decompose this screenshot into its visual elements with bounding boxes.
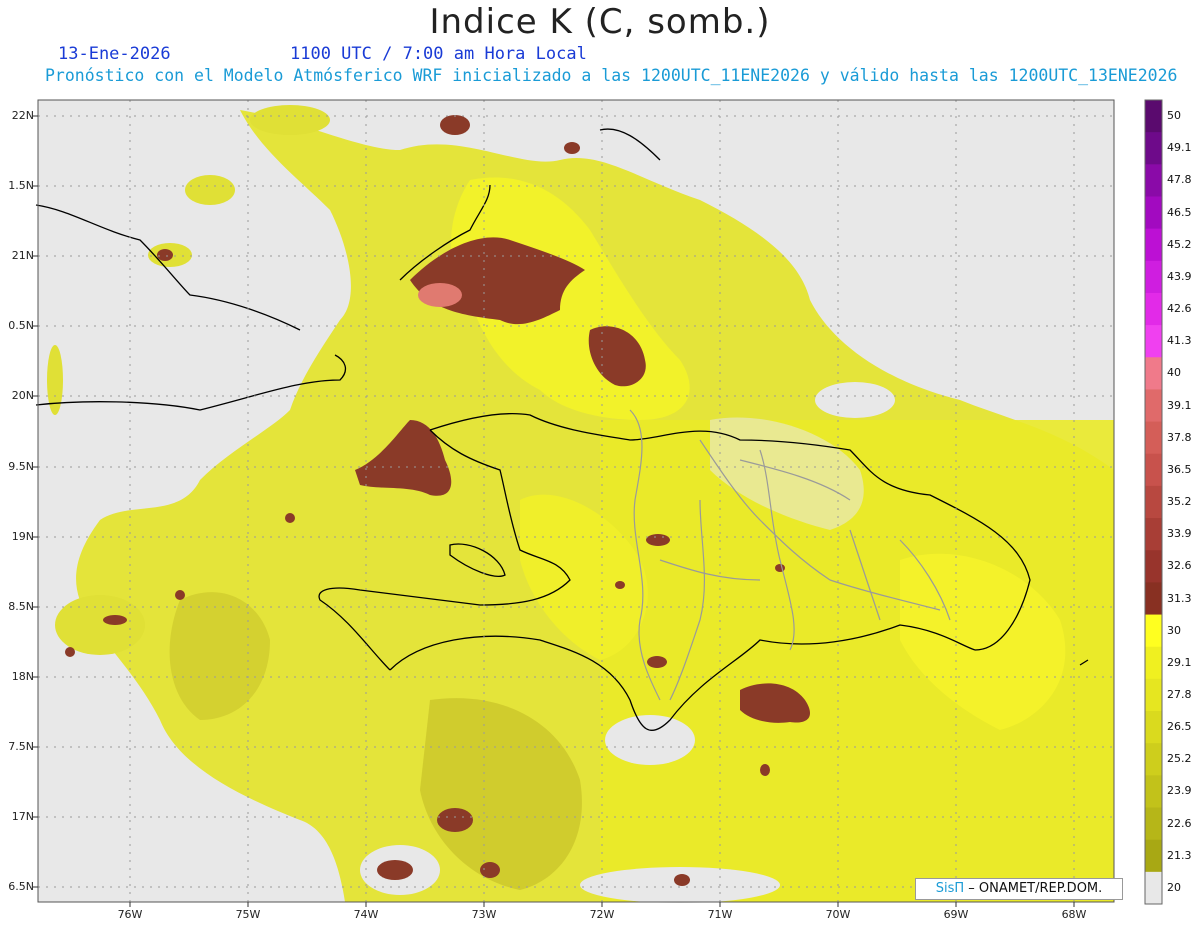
colorbar-segment: [1145, 743, 1162, 776]
lat-label: 22N: [11, 109, 34, 122]
colorbar-tick-label: 27.8: [1167, 688, 1192, 701]
forecast-description: Pronóstico con el Modelo Atmósferico WRF…: [45, 66, 1178, 85]
colorbar-segment: [1145, 711, 1162, 744]
colorbar-segment: [1145, 357, 1162, 390]
lat-label: 0.5N: [8, 319, 34, 332]
lat-label: 7.5N: [8, 740, 34, 753]
lon-label: 74W: [353, 908, 379, 921]
lat-label: 18N: [11, 670, 34, 683]
map-plot: [33, 99, 1163, 907]
k-index-peak-areas: [418, 283, 462, 307]
lat-label: 9.5N: [8, 460, 34, 473]
colorbar-segment: [1145, 260, 1162, 294]
colorbar-tick-label: 36.5: [1167, 462, 1192, 476]
colorbar-segment: [1145, 485, 1162, 519]
colorbar-segment: [1145, 582, 1162, 616]
credit-text: – ONAMET/REP.DOM.: [964, 881, 1103, 896]
colorbar-tick-label: 29.1: [1167, 655, 1192, 669]
colorbar-tick-label: 21.3: [1167, 848, 1192, 862]
colorbar-tick-label: 41.3: [1167, 334, 1192, 348]
colorbar-tick-label: 25.2: [1167, 752, 1192, 766]
colorbar-segment: [1145, 453, 1162, 487]
lat-label: 8.5N: [8, 600, 34, 613]
colorbar-tick-label: 32.6: [1167, 559, 1192, 573]
forecast-time: 1100 UTC / 7:00 am Hora Local: [290, 44, 587, 64]
colorbar-segment: [1145, 871, 1162, 905]
lat-label: 6.5N: [8, 880, 34, 893]
colorbar-tick-label: 20: [1167, 880, 1181, 894]
colorbar-segment: [1145, 292, 1162, 326]
colorbar-tick-label: 40: [1167, 366, 1181, 380]
colorbar-tick-label: 35.2: [1167, 495, 1192, 508]
lat-label: 17N: [11, 810, 34, 823]
colorbar-segment: [1145, 228, 1162, 262]
colorbar-segment: [1145, 100, 1162, 133]
colorbar-segment: [1145, 164, 1162, 197]
colorbar-tick-label: 50: [1167, 109, 1181, 123]
colorbar-segment: [1145, 325, 1162, 358]
lat-label: 21N: [11, 249, 34, 262]
lon-label: 76W: [117, 908, 143, 921]
colorbar-segment: [1145, 839, 1162, 873]
forecast-date: 13-Ene-2026: [58, 44, 171, 64]
colorbar-tick-label: 31.3: [1167, 591, 1192, 605]
colorbar-tick-label: 49.1: [1167, 141, 1192, 155]
colorbar-segment: [1145, 518, 1162, 551]
colorbar-tick-label: 33.9: [1167, 527, 1192, 541]
lat-label: 19N: [11, 530, 34, 543]
colorbar-tick-label: 46.5: [1167, 205, 1192, 219]
colorbar-segment: [1145, 132, 1162, 165]
colorbar-tick-label: 30: [1167, 623, 1181, 637]
colorbar-tick-label: 43.9: [1167, 269, 1192, 283]
brand-name: SisΠ: [935, 881, 965, 896]
colorbar-segment: [1145, 678, 1162, 712]
colorbar-segment: [1145, 550, 1162, 583]
lon-label: 70W: [825, 908, 851, 921]
lon-label: 72W: [589, 908, 615, 921]
lon-label: 73W: [471, 908, 497, 921]
colorbar-tick-label: 39.1: [1167, 398, 1192, 412]
lon-label: 68W: [1061, 908, 1087, 921]
colorbar-tick-label: 45.2: [1167, 237, 1192, 251]
colorbar-segment: [1145, 421, 1162, 455]
colorbar-tick-label: 47.8: [1167, 173, 1192, 187]
colorbar: [1145, 100, 1162, 905]
colorbar-segment: [1145, 614, 1162, 648]
lat-label: 1.5N: [8, 179, 34, 192]
colorbar-segment: [1145, 389, 1162, 423]
credit-box: SisΠ – ONAMET/REP.DOM.: [915, 878, 1123, 900]
colorbar-tick-label: 22.6: [1167, 816, 1192, 830]
lon-label: 71W: [707, 908, 733, 921]
colorbar-tick-label: 26.5: [1167, 720, 1192, 734]
colorbar-segment: [1145, 646, 1162, 680]
lon-label: 69W: [943, 908, 969, 921]
colorbar-tick-label: 23.9: [1167, 784, 1192, 798]
colorbar-segment: [1145, 196, 1162, 230]
lat-label: 20N: [11, 389, 34, 402]
colorbar-segment: [1145, 807, 1162, 841]
lon-label: 75W: [235, 908, 261, 921]
colorbar-tick-label: 42.6: [1167, 302, 1192, 315]
map-title: Indice K (C, somb.): [429, 2, 771, 42]
colorbar-segment: [1145, 775, 1162, 809]
colorbar-tick-label: 37.8: [1167, 430, 1192, 444]
